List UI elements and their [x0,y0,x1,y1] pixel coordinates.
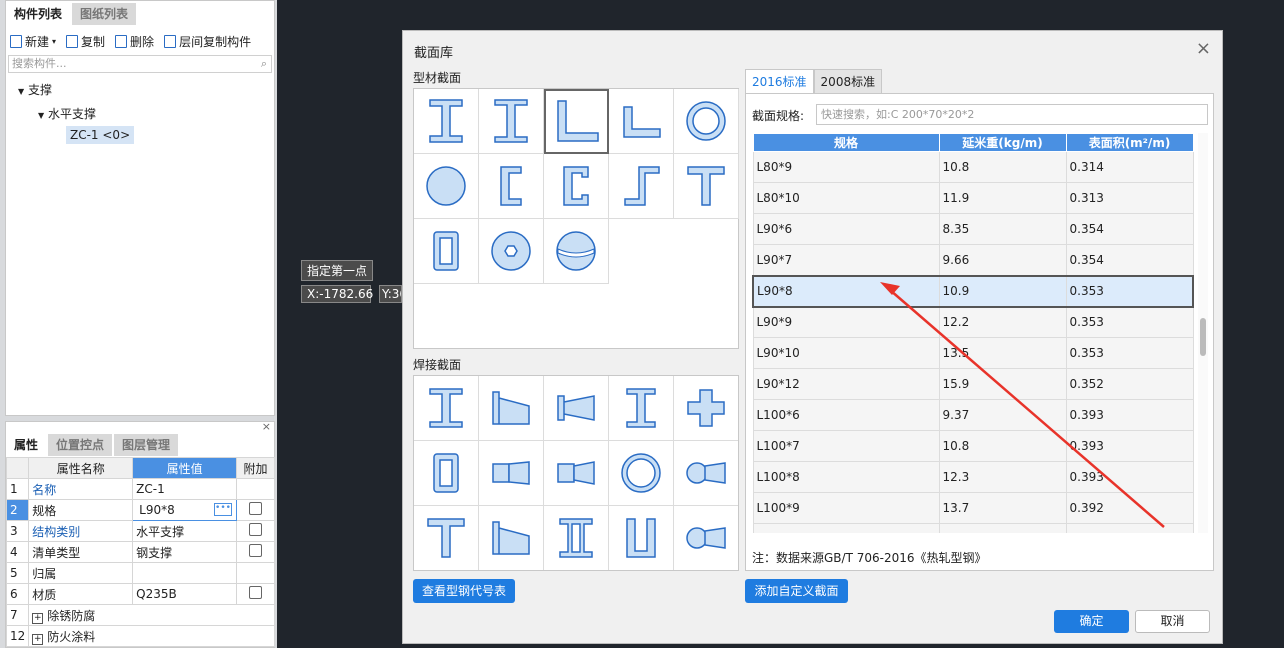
annotation-arrow [880,282,1165,528]
